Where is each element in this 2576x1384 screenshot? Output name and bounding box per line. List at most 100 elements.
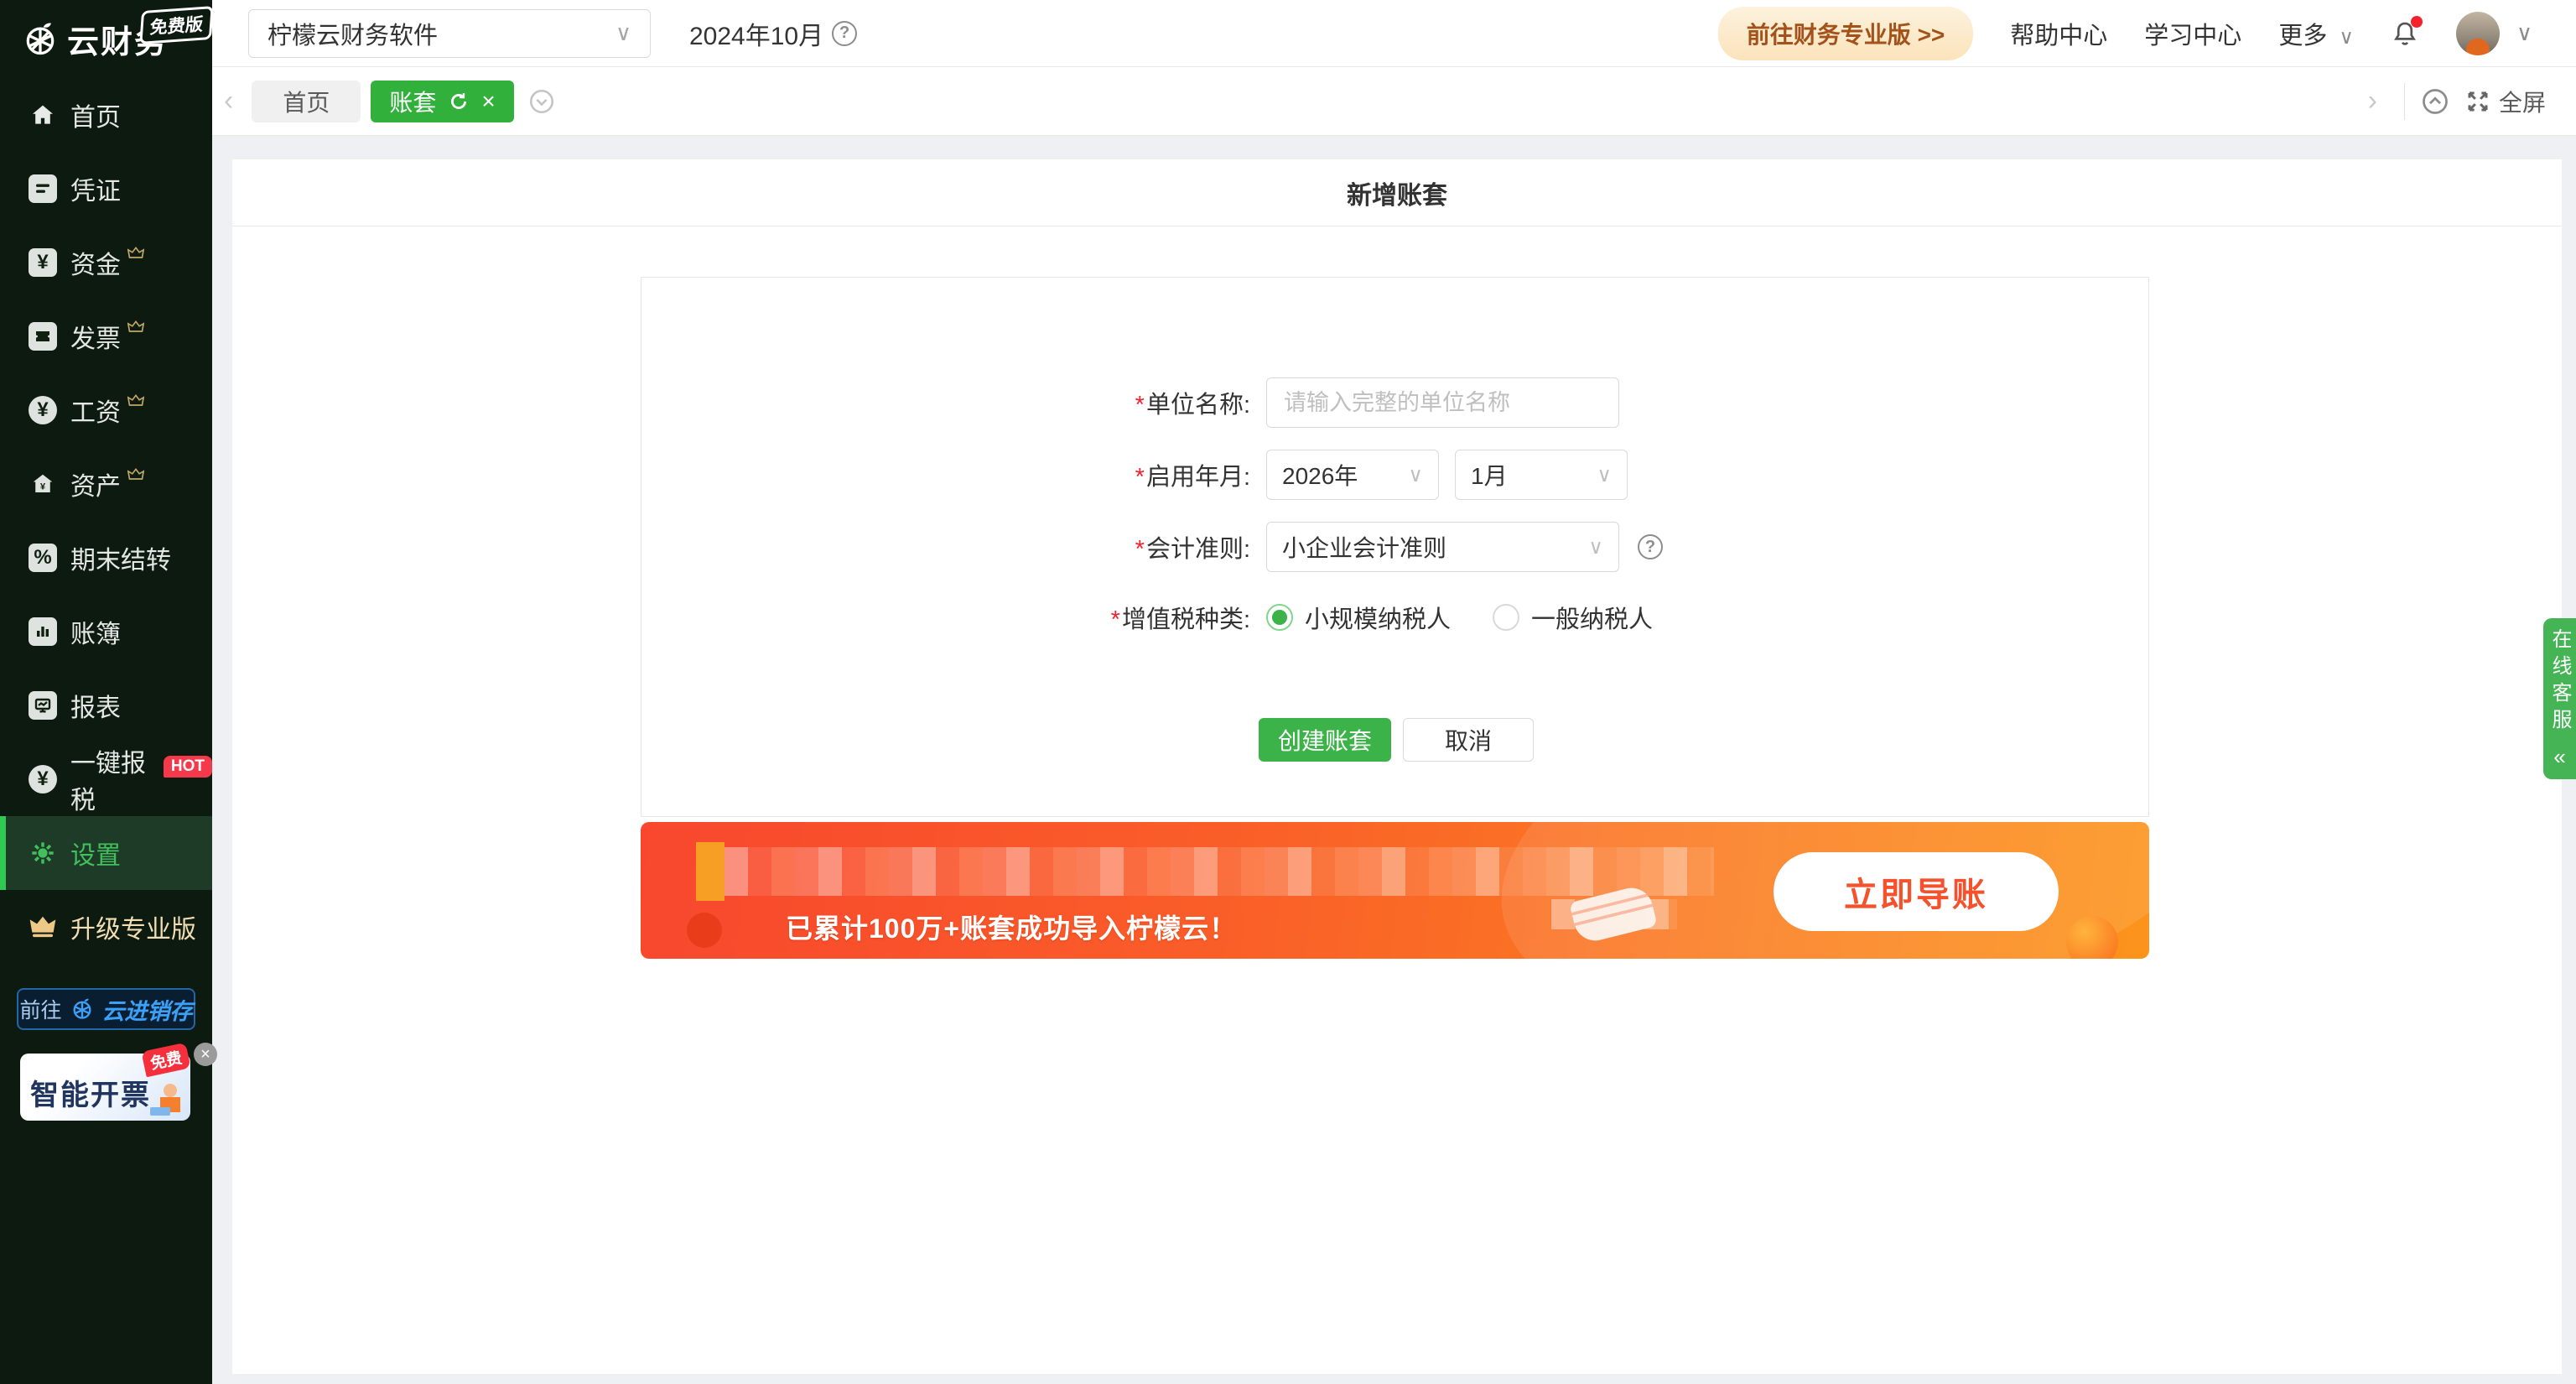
notification-dot (2411, 16, 2423, 28)
svg-text:¥: ¥ (40, 481, 46, 492)
lemon-logo-icon (22, 21, 59, 58)
more-menu[interactable]: 更多 ∨ (2278, 16, 2354, 51)
start-month-select[interactable]: 1月 ∨ (1455, 450, 1628, 500)
user-avatar[interactable] (2456, 12, 2500, 55)
chevron-down-icon[interactable]: ∨ (2516, 20, 2532, 46)
gear-icon (29, 839, 57, 867)
sidebar-item-assets[interactable]: ¥ 资产 (0, 447, 212, 521)
content-card: 新增账套 *单位名称: *启用年月: 2026年 ∨ 1月 ∨ (232, 159, 2562, 1374)
sidebar-item-ledger[interactable]: 账簿 (0, 595, 212, 669)
main-content: 新增账套 *单位名称: *启用年月: 2026年 ∨ 1月 ∨ (212, 136, 2576, 1384)
voucher-icon (29, 174, 57, 203)
chevron-down-icon: ∨ (1597, 463, 1612, 487)
goto-pro-button[interactable]: 前往财务专业版 >> (1718, 7, 1973, 60)
tabbar-right: › 全屏 (2356, 83, 2576, 120)
new-account-set-form: *单位名称: *启用年月: 2026年 ∨ 1月 ∨ (641, 277, 2149, 817)
percent-icon: % (29, 544, 57, 572)
ad-person-illustration (143, 1080, 187, 1119)
accounting-standard-select[interactable]: 小企业会计准则 ∨ (1266, 522, 1619, 572)
fullscreen-button[interactable]: 全屏 (2465, 85, 2546, 118)
start-year-select[interactable]: 2026年 ∨ (1266, 450, 1439, 500)
crown-badge-icon (127, 393, 144, 408)
sidebar: 云财务 免费版 首页 凭证 ¥ 资金 发票 ¥ (0, 0, 212, 1384)
sidebar-item-settings[interactable]: 设置 (0, 816, 212, 890)
free-ribbon-badge: 免费 (141, 1043, 190, 1078)
chevron-down-icon: ∨ (615, 20, 631, 46)
sidebar-item-salary[interactable]: ¥ 工资 (0, 373, 212, 447)
tab-account-set[interactable]: 账套 × (371, 81, 513, 122)
sidebar-item-reports[interactable]: 报表 (0, 669, 212, 742)
tabs-scroll-right-icon[interactable]: › (2356, 85, 2389, 117)
form-row-standard: *会计准则: 小企业会计准则 ∨ ? (641, 522, 2148, 572)
form-row-start-date: *启用年月: 2026年 ∨ 1月 ∨ (641, 450, 2148, 500)
chevron-down-icon: ∨ (1588, 535, 1603, 559)
home-icon (29, 101, 57, 129)
page-title: 新增账套 (1347, 174, 1447, 211)
notifications-bell-icon[interactable] (2391, 19, 2419, 48)
sidebar-item-upgrade-pro[interactable]: 升级专业版 (0, 890, 212, 964)
radio-general-taxpayer[interactable]: 一般纳税人 (1493, 600, 1653, 635)
company-select-value: 柠檬云财务软件 (267, 16, 438, 51)
censored-text-mosaic (696, 842, 724, 901)
company-name-input[interactable] (1266, 377, 1619, 428)
required-asterisk: * (1135, 536, 1145, 563)
radio-small-scale-taxpayer[interactable]: 小规模纳税人 (1266, 600, 1451, 635)
online-service-label: 在线客服 (2545, 628, 2574, 736)
sidebar-item-closing[interactable]: % 期末结转 (0, 521, 212, 595)
page-tabbar: ‹ 首页 账套 × › 全屏 (212, 67, 2576, 136)
help-center-link[interactable]: 帮助中心 (2010, 16, 2107, 51)
smart-invoicing-ad[interactable]: 智能开票 免费 (20, 1054, 190, 1121)
create-account-set-button[interactable]: 创建账套 (1259, 718, 1391, 762)
accounting-period: 2024年10月 ? (689, 15, 857, 52)
sidebar-item-tax[interactable]: ¥ 一键报税 HOT (0, 742, 212, 816)
company-select[interactable]: 柠檬云财务软件 ∨ (248, 9, 651, 58)
ad-close-icon[interactable]: × (194, 1043, 217, 1066)
crown-badge-icon (127, 246, 144, 261)
invoice-icon (29, 322, 57, 351)
banner-subtitle: 已累计100万+账套成功导入柠檬云！ (786, 908, 1237, 946)
sidebar-item-invoice[interactable]: 发票 (0, 299, 212, 373)
report-board-icon (29, 691, 57, 720)
banner-circle-decoration (687, 913, 722, 948)
bar-chart-icon (29, 617, 57, 646)
online-service-tab[interactable]: 在线客服 « (2543, 618, 2576, 779)
required-asterisk: * (1135, 464, 1145, 491)
period-help-icon[interactable]: ? (832, 21, 857, 46)
sidebar-nav: 首页 凭证 ¥ 资金 发票 ¥ 工资 ¥ (0, 78, 212, 964)
required-asterisk: * (1111, 606, 1120, 633)
tab-list-dropdown-icon[interactable] (527, 87, 556, 116)
divider (2404, 83, 2405, 120)
tab-close-icon[interactable]: × (481, 88, 495, 115)
cancel-button[interactable]: 取消 (1403, 718, 1534, 762)
card-header: 新增账套 (232, 159, 2562, 226)
learning-center-link[interactable]: 学习中心 (2144, 16, 2241, 51)
import-now-button[interactable]: 立即导账 (1774, 852, 2059, 931)
free-edition-badge: 免费版 (139, 6, 213, 44)
collapse-left-icon: « (2553, 744, 2565, 770)
sidebar-item-funds[interactable]: ¥ 资金 (0, 226, 212, 299)
goto-inventory-button[interactable]: 前往 云进销存 (17, 988, 195, 1030)
sidebar-item-voucher[interactable]: 凭证 (0, 152, 212, 226)
tab-home[interactable]: 首页 (252, 81, 361, 122)
refresh-icon[interactable] (448, 91, 470, 112)
sidebar-item-home[interactable]: 首页 (0, 78, 212, 152)
form-row-vat-type: *增值税种类: 小规模纳税人 一般纳税人 (641, 601, 2148, 634)
censored-text-mosaic (724, 847, 1714, 896)
asset-house-icon: ¥ (29, 470, 57, 498)
gold-crown-icon (29, 913, 57, 941)
import-promo-banner[interactable]: 已累计100万+账套成功导入柠檬云！ 立即导账 (641, 822, 2149, 959)
crown-badge-icon (127, 320, 144, 335)
tabs-scroll-left-icon[interactable]: ‹ (212, 85, 245, 117)
standard-help-icon[interactable]: ? (1638, 534, 1663, 559)
required-asterisk: * (1135, 392, 1145, 419)
form-row-company: *单位名称: (641, 377, 2148, 428)
period-value: 2024年10月 (689, 15, 823, 52)
funds-yuan-icon: ¥ (29, 248, 57, 277)
hot-badge: HOT (164, 756, 212, 778)
radio-selected-icon (1266, 604, 1293, 631)
topbar-right: 前往财务专业版 >> 帮助中心 学习中心 更多 ∨ ∨ (1718, 7, 2576, 60)
tax-yuan-icon: ¥ (29, 765, 57, 793)
chevron-down-icon: ∨ (1408, 463, 1423, 487)
app-logo[interactable]: 云财务 免费版 (0, 0, 212, 78)
collapse-up-icon[interactable] (2420, 86, 2450, 117)
